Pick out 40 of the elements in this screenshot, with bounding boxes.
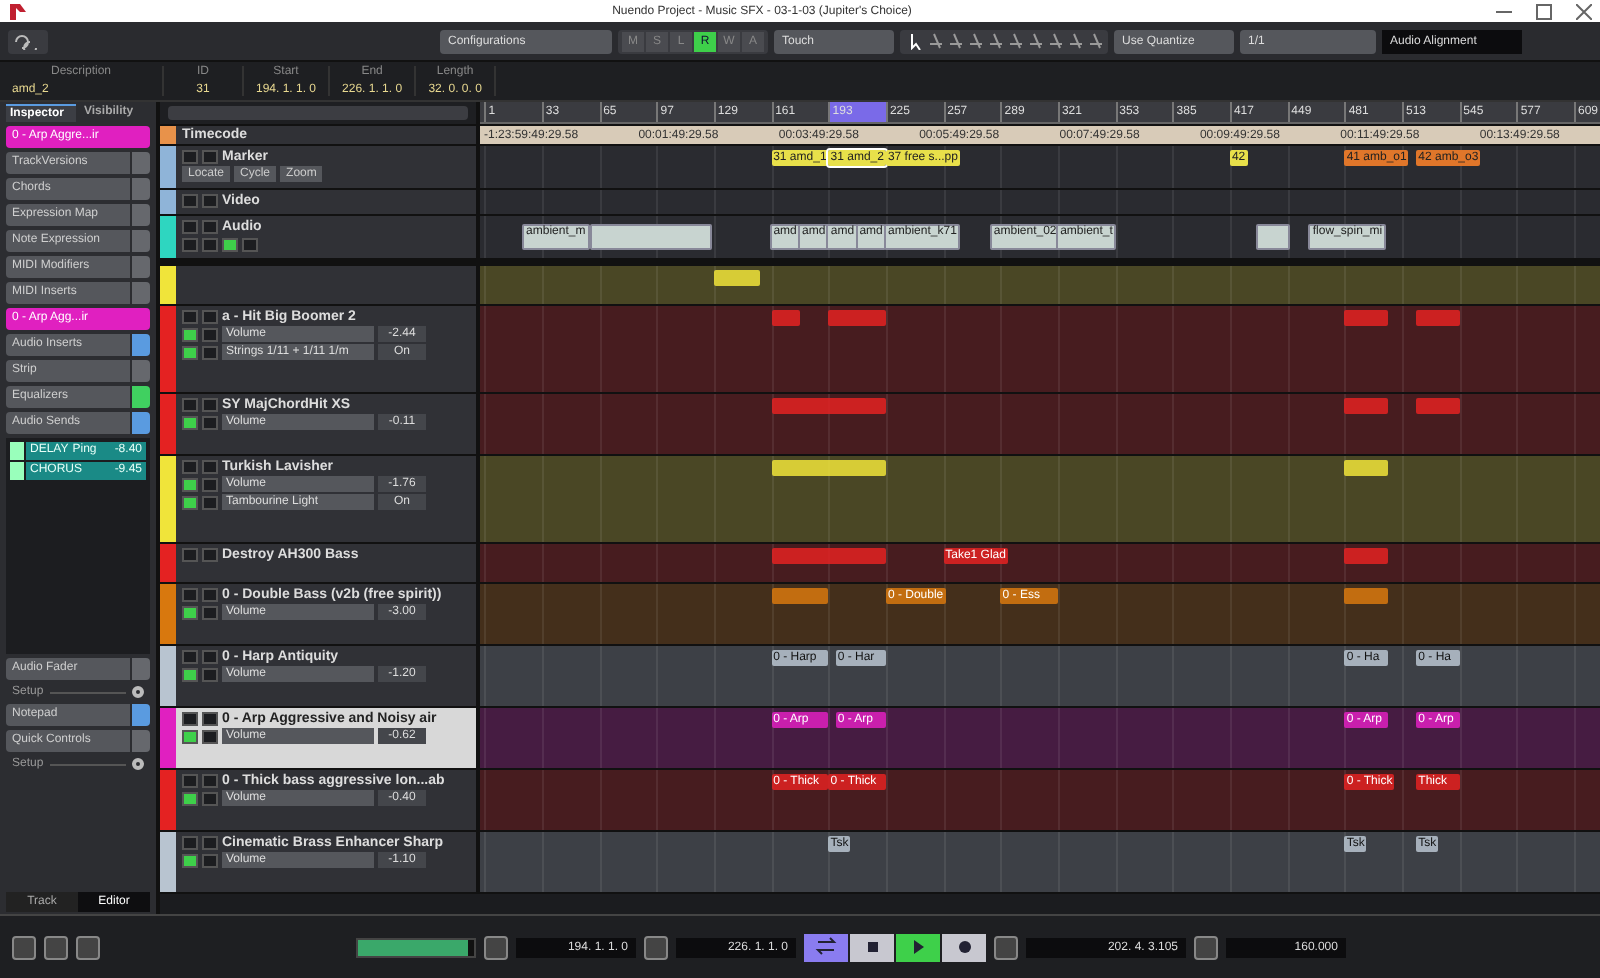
read-button[interactable] [222, 237, 238, 251]
stop-button[interactable] [850, 933, 894, 961]
settings-icon[interactable] [132, 758, 144, 770]
event-block[interactable] [713, 270, 761, 286]
app-logo-icon [8, 2, 28, 20]
read-button[interactable] [182, 729, 198, 743]
section-toggle[interactable] [132, 360, 150, 382]
settings-icon[interactable] [132, 686, 144, 698]
cycle-range[interactable] [828, 102, 886, 122]
section-toggle[interactable] [132, 152, 150, 174]
read-button[interactable] [182, 853, 198, 867]
record-button[interactable] [942, 933, 986, 961]
cycle-icon [811, 934, 841, 960]
event-block[interactable] [771, 310, 800, 326]
play-button[interactable] [896, 933, 940, 961]
solo-button[interactable] [202, 711, 218, 725]
maximize-icon[interactable] [1536, 3, 1552, 19]
section-toggle[interactable] [132, 658, 150, 680]
cycle-button[interactable] [804, 933, 848, 961]
close-icon[interactable] [1576, 3, 1592, 19]
tool-buttons-icon[interactable] [900, 29, 1108, 53]
section-toggle[interactable] [132, 412, 150, 434]
read-button[interactable] [182, 415, 198, 429]
section-toggle[interactable] [132, 386, 150, 408]
mute-button[interactable] [182, 711, 198, 725]
read-button[interactable] [182, 605, 198, 619]
read-button[interactable] [182, 667, 198, 681]
lock-button[interactable] [202, 149, 218, 163]
section-toggle[interactable] [132, 230, 150, 252]
write-button[interactable] [202, 729, 218, 743]
section-toggle[interactable] [132, 178, 150, 200]
section-toggle[interactable] [132, 704, 150, 726]
undo-redo-icon[interactable] [8, 29, 48, 53]
section-toggle[interactable] [132, 204, 150, 226]
section-toggle[interactable] [132, 256, 150, 278]
event-block[interactable] [771, 588, 829, 604]
section-toggle[interactable] [132, 282, 150, 304]
read-button[interactable] [182, 791, 198, 805]
section-toggle[interactable] [132, 730, 150, 752]
section-toggle[interactable] [132, 334, 150, 356]
